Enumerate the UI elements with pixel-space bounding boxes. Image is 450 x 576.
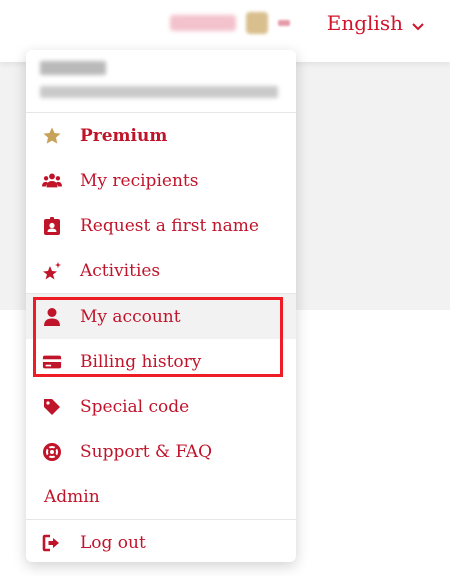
users-icon: [42, 171, 62, 191]
credit-card-icon: [42, 352, 62, 372]
menu-item-activities[interactable]: Activities: [26, 248, 296, 293]
sparkle-star-icon: [42, 261, 62, 281]
avatar: [246, 12, 268, 34]
menu-item-recipients[interactable]: My recipients: [26, 158, 296, 203]
language-label: English: [326, 11, 403, 35]
user-chip[interactable]: [170, 11, 290, 35]
chevron-down-icon: [410, 15, 426, 31]
redacted-user-email: [40, 86, 278, 98]
menu-item-label: Premium: [80, 125, 168, 146]
menu-item-request-first-name[interactable]: Request a first name: [26, 203, 296, 248]
menu-item-label: Billing history: [80, 351, 202, 372]
redacted-user-name: [40, 61, 106, 75]
account-dropdown-menu: Premium My recipients Request a first na…: [26, 50, 296, 562]
menu-item-label: Admin: [44, 486, 100, 507]
redacted-indicator: [278, 20, 290, 26]
menu-item-label: Special code: [80, 396, 190, 417]
menu-item-support-faq[interactable]: Support & FAQ: [26, 429, 296, 474]
menu-item-premium[interactable]: Premium: [26, 113, 296, 158]
menu-item-label: Request a first name: [80, 215, 259, 236]
user-icon: [42, 307, 62, 327]
tag-icon: [42, 397, 62, 417]
menu-item-label: Activities: [80, 260, 161, 281]
menu-item-my-account[interactable]: My account: [26, 294, 296, 339]
menu-item-label: My account: [80, 306, 181, 327]
logout-icon: [42, 533, 62, 553]
badge-icon: [42, 216, 62, 236]
lifebuoy-icon: [42, 442, 62, 462]
menu-item-label: My recipients: [80, 170, 199, 191]
menu-item-admin[interactable]: Admin: [26, 474, 296, 519]
language-selector[interactable]: English: [327, 9, 426, 37]
menu-user-header: [26, 50, 296, 113]
redacted-username: [170, 15, 236, 31]
menu-item-label: Log out: [80, 532, 146, 553]
menu-item-billing-history[interactable]: Billing history: [26, 339, 296, 384]
menu-item-log-out[interactable]: Log out: [26, 520, 296, 562]
menu-item-special-code[interactable]: Special code: [26, 384, 296, 429]
star-icon: [42, 126, 62, 146]
menu-item-label: Support & FAQ: [80, 441, 213, 462]
